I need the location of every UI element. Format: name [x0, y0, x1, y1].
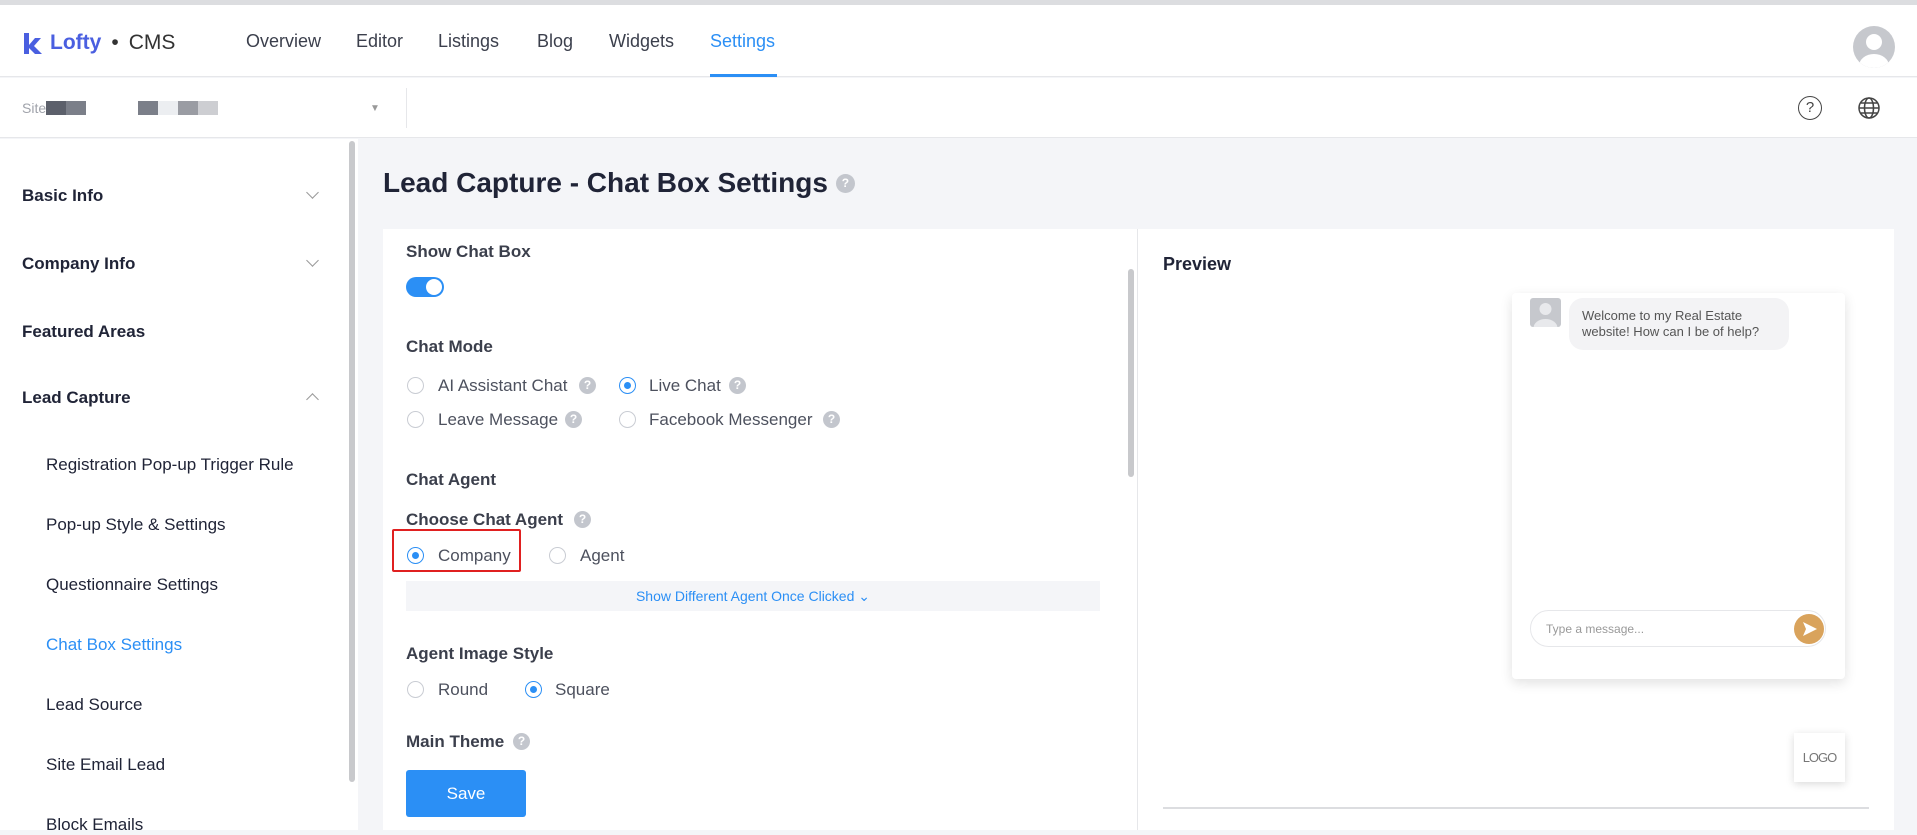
help-icon[interactable]: ? [823, 411, 840, 428]
sidebar-sub-block-emails[interactable]: Block Emails [46, 815, 143, 835]
sidebar-scrollbar[interactable] [349, 141, 355, 782]
lofty-logo-icon [24, 33, 42, 54]
radio-ai-assistant-chat[interactable] [407, 377, 424, 394]
help-icon[interactable]: ? [1798, 96, 1822, 120]
page-header: Lead Capture - Chat Box Settings ? [383, 167, 855, 199]
brand-logo[interactable]: Lofty • CMS [22, 31, 175, 55]
sidebar-sub-chat-box-settings[interactable]: Chat Box Settings [46, 635, 182, 655]
chevron-down-icon[interactable] [306, 186, 319, 199]
brand-separator: • [111, 31, 119, 54]
company-label: Company [438, 546, 511, 565]
save-button[interactable]: Save [406, 770, 526, 817]
sidebar-sub-questionnaire[interactable]: Questionnaire Settings [46, 575, 218, 595]
double-chevron-down-icon: ⌄ [858, 588, 871, 604]
ai-assistant-chat-label: AI Assistant Chat [438, 376, 568, 395]
send-button[interactable] [1794, 614, 1824, 644]
radio-round[interactable] [407, 681, 424, 698]
help-icon[interactable]: ? [579, 377, 596, 394]
show-chat-box-toggle[interactable] [406, 277, 444, 297]
nav-widgets[interactable]: Widgets [609, 31, 674, 52]
save-bar: Save [383, 754, 1123, 830]
preview-canvas: Welcome to my Real Estate website! How c… [1163, 293, 1869, 809]
chat-mode-label: Chat Mode [406, 337, 493, 356]
sidebar-item-featured-areas[interactable]: Featured Areas [22, 322, 145, 342]
main-theme-label: Main Theme [406, 732, 505, 751]
nav-editor[interactable]: Editor [356, 31, 403, 52]
nav-overview[interactable]: Overview [246, 31, 321, 52]
chevron-down-icon[interactable] [306, 254, 319, 267]
radio-square[interactable] [525, 681, 542, 698]
leave-message-label: Leave Message [438, 410, 559, 429]
agent-avatar [1530, 298, 1561, 327]
round-label: Round [438, 680, 489, 699]
sidebar-sub-popup-style[interactable]: Pop-up Style & Settings [46, 515, 226, 535]
chat-agent-label: Chat Agent [406, 470, 497, 489]
radio-agent[interactable] [549, 547, 566, 564]
radio-facebook-messenger[interactable] [619, 411, 636, 428]
site-bar: Site ▼ ? [0, 78, 1917, 138]
radio-company[interactable] [407, 547, 424, 564]
show-chat-box-label: Show Chat Box [406, 242, 531, 261]
sidebar-item-basic-info[interactable]: Basic Info [22, 186, 103, 206]
form-scrollbar[interactable] [1128, 269, 1134, 477]
help-icon[interactable]: ? [729, 377, 746, 394]
dropdown-caret-icon: ▼ [370, 103, 380, 114]
user-icon [1533, 303, 1558, 327]
chevron-up-icon[interactable] [306, 393, 319, 406]
nav-listings[interactable]: Listings [438, 31, 499, 52]
facebook-messenger-label: Facebook Messenger [649, 410, 813, 429]
agent-image-style-label: Agent Image Style [406, 644, 554, 663]
sidebar-sub-lead-source[interactable]: Lead Source [46, 695, 142, 715]
welcome-message-bubble: Welcome to my Real Estate website! How c… [1569, 298, 1789, 350]
top-nav-bar: Lofty • CMS Overview Editor Listings Blo… [0, 5, 1917, 77]
help-icon[interactable]: ? [835, 173, 855, 193]
help-icon[interactable]: ? [565, 411, 582, 428]
send-icon [1803, 622, 1817, 636]
square-label: Square [555, 680, 610, 699]
site-selector[interactable]: ▼ [46, 78, 386, 138]
active-tab-indicator [710, 74, 777, 77]
sidebar-sub-registration-popup[interactable]: Registration Pop-up Trigger Rule [46, 455, 294, 475]
site-label: Site [22, 100, 47, 116]
live-chat-label: Live Chat [649, 376, 721, 395]
settings-card: Show Chat Box Chat Mode AI Assistant Cha… [383, 229, 1894, 830]
help-icon[interactable]: ? [574, 511, 591, 528]
sidebar-sub-site-email-lead[interactable]: Site Email Lead [46, 755, 165, 775]
preview-label: Preview [1163, 254, 1232, 274]
logo-launcher[interactable]: LOGO [1794, 733, 1845, 782]
nav-blog[interactable]: Blog [537, 31, 573, 52]
divider [406, 88, 407, 128]
message-placeholder: Type a message... [1546, 622, 1645, 636]
nav-settings[interactable]: Settings [710, 31, 775, 52]
message-input[interactable]: Type a message... [1530, 610, 1826, 647]
settings-sidebar: Basic Info Company Info Featured Areas L… [0, 139, 358, 834]
page-title: Lead Capture - Chat Box Settings [383, 167, 828, 198]
radio-live-chat[interactable] [619, 377, 636, 394]
expand-link-text: Show Different Agent Once Clicked [635, 588, 855, 604]
radio-leave-message[interactable] [407, 411, 424, 428]
help-icon[interactable]: ? [513, 733, 530, 750]
user-icon [1859, 34, 1889, 68]
agent-label: Agent [580, 546, 625, 565]
choose-chat-agent-label: Choose Chat Agent [406, 510, 564, 529]
sidebar-item-company-info[interactable]: Company Info [22, 254, 135, 274]
brand-name: Lofty [50, 31, 102, 54]
show-different-agent-link[interactable]: Show Different Agent Once Clicked ⌄ [406, 581, 1100, 611]
sidebar-item-lead-capture[interactable]: Lead Capture [22, 388, 131, 408]
user-avatar[interactable] [1853, 26, 1895, 68]
panel-divider [1137, 229, 1138, 830]
globe-icon[interactable] [1857, 96, 1881, 120]
product-name: CMS [128, 31, 176, 54]
chat-window: Welcome to my Real Estate website! How c… [1512, 293, 1845, 679]
